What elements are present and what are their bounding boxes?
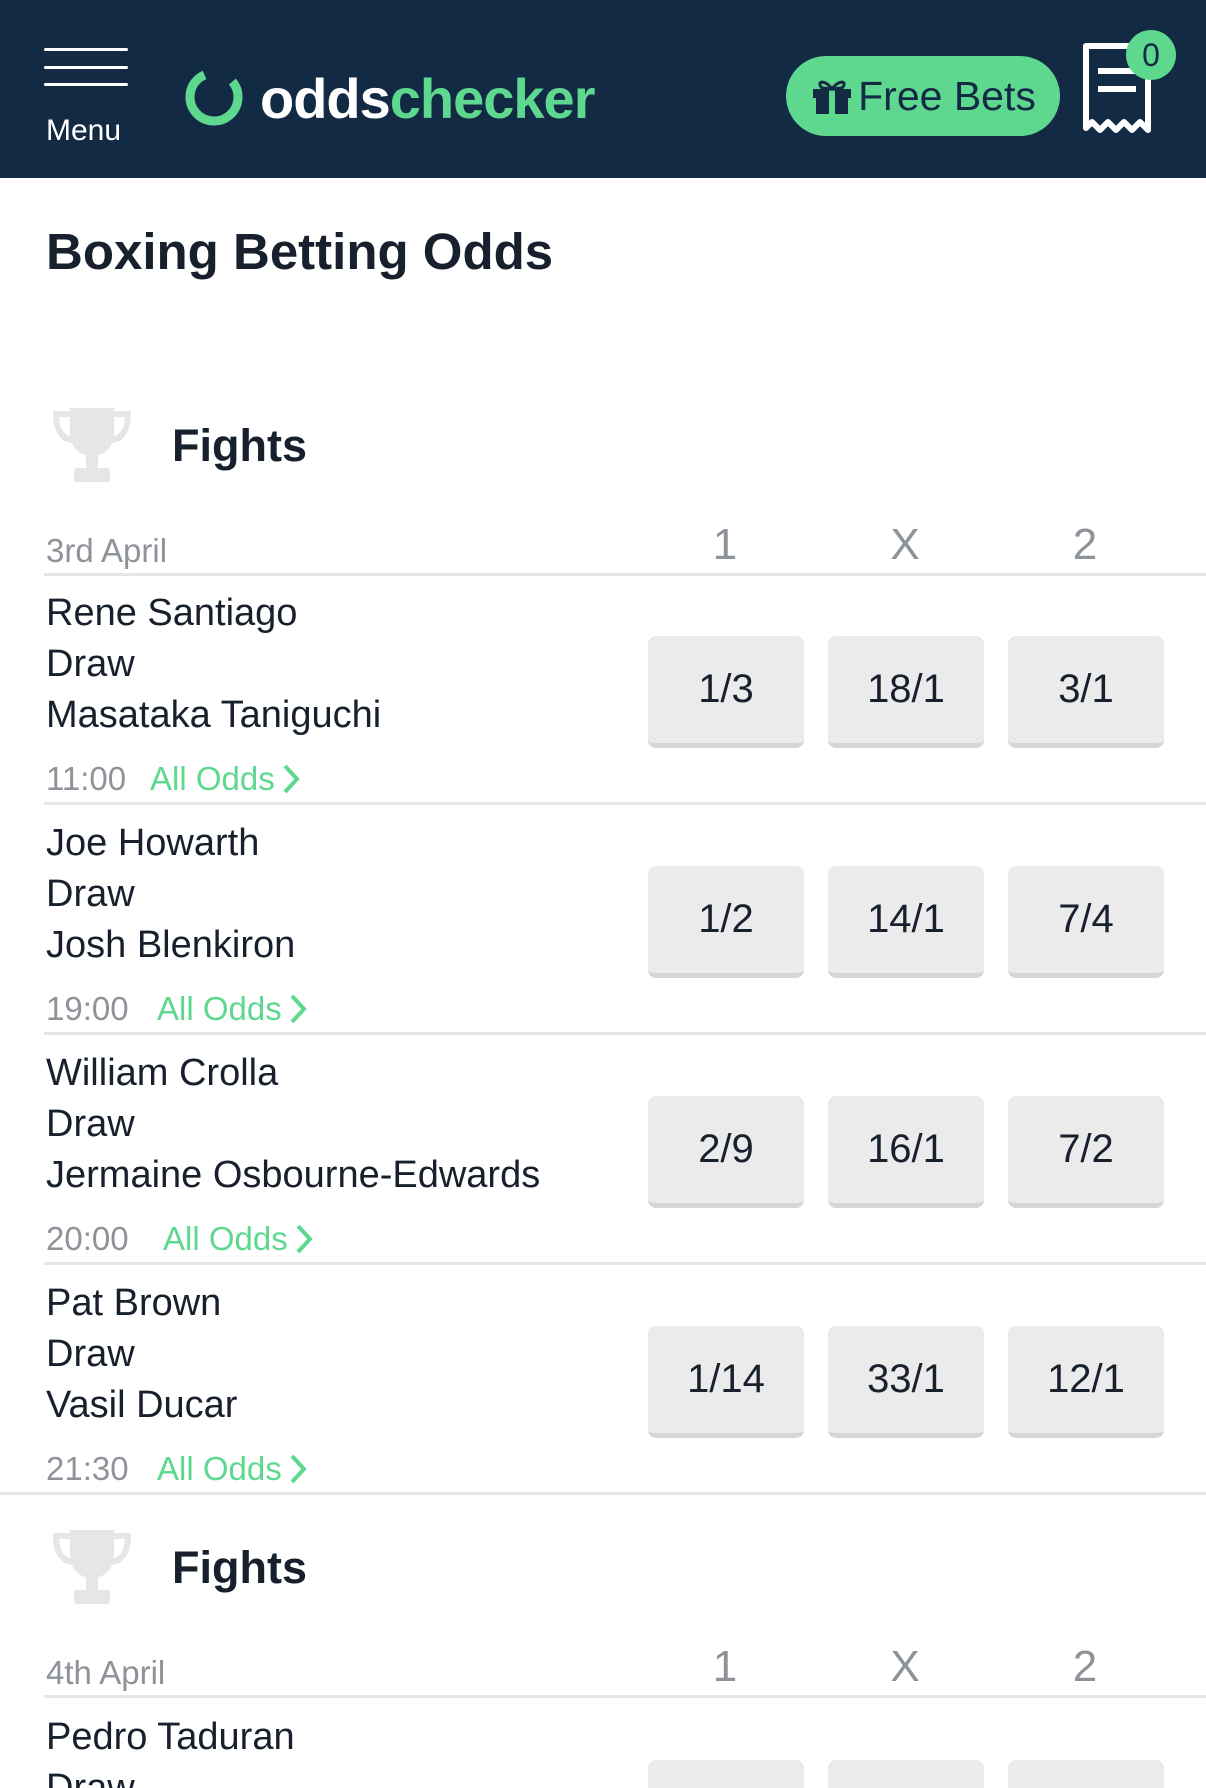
divider — [44, 1695, 1206, 1698]
column-draw: X — [890, 520, 920, 569]
divider — [44, 573, 1206, 576]
divider — [44, 1032, 1206, 1035]
column-home: 1 — [712, 520, 738, 569]
draw-label: Draw — [46, 873, 135, 915]
column-away: 2 — [1072, 1642, 1098, 1691]
trophy-icon — [52, 408, 132, 482]
chevron-right-icon — [290, 994, 307, 1024]
odds-button-away[interactable] — [1008, 1760, 1164, 1788]
column-away: 2 — [1072, 520, 1098, 569]
odds-button-away[interactable]: 3/1 — [1008, 636, 1164, 748]
home-fighter: Joe Howarth — [46, 822, 260, 864]
away-fighter: Vasil Ducar — [46, 1384, 238, 1426]
odds-button-draw[interactable]: 18/1 — [828, 636, 984, 748]
odds-button-home[interactable]: 1/2 — [648, 866, 804, 978]
event-time: 21:30 — [46, 1450, 129, 1487]
divider — [44, 802, 1206, 805]
odds-button-home[interactable]: 1/3 — [648, 636, 804, 748]
all-odds-link[interactable]: All Odds — [157, 990, 308, 1028]
odds-button-away[interactable]: 7/4 — [1008, 866, 1164, 978]
home-fighter: William Crolla — [46, 1052, 279, 1094]
away-fighter: Masataka Taniguchi — [46, 694, 382, 736]
away-fighter: Josh Blenkiron — [46, 924, 296, 966]
odds-button-away[interactable]: 7/2 — [1008, 1096, 1164, 1208]
odds-column-header: 3rd April 1 X 2 — [0, 520, 1206, 576]
menu-icon-bar — [44, 83, 128, 86]
page-title: Boxing Betting Odds — [46, 223, 554, 280]
event-time: 11:00 — [46, 760, 127, 797]
event-row: Joe Howarth Draw Josh Blenkiron 19:00 Al… — [0, 820, 1206, 1050]
odds-button-draw[interactable]: 14/1 — [828, 866, 984, 978]
event-time: 19:00 — [46, 990, 129, 1027]
date-label: 3rd April — [46, 532, 168, 569]
menu-icon-bar — [44, 66, 128, 69]
odds-column-header: 4th April 1 X 2 — [0, 1642, 1206, 1698]
bet-slip-count-badge: 0 — [1126, 30, 1176, 80]
gift-icon — [813, 80, 852, 114]
all-odds-label: All Odds — [157, 1450, 282, 1487]
all-odds-label: All Odds — [163, 1220, 288, 1257]
away-fighter: Jermaine Osbourne-Edwards — [46, 1154, 541, 1196]
odds-button-draw[interactable]: 16/1 — [828, 1096, 984, 1208]
event-row: William Crolla Draw Jermaine Osbourne-Ed… — [0, 1050, 1206, 1280]
event-row: Pedro Taduran Draw — [0, 1714, 1206, 1788]
event-row: Pat Brown Draw Vasil Ducar 21:30 All Odd… — [0, 1280, 1206, 1510]
odds-button-away[interactable]: 12/1 — [1008, 1326, 1164, 1438]
top-header: Menu oddschecker Free Bets 0 — [0, 0, 1206, 178]
logo-wordmark: oddschecker — [260, 67, 595, 130]
all-odds-link[interactable]: All Odds — [163, 1220, 314, 1258]
menu-button[interactable]: Menu — [44, 48, 132, 158]
menu-icon-bar — [44, 48, 128, 51]
logo-ring-icon — [185, 68, 243, 126]
odds-button-home[interactable]: 1/14 — [648, 1326, 804, 1438]
section-header: Fights — [0, 1524, 1206, 1614]
all-odds-label: All Odds — [157, 990, 282, 1027]
home-fighter: Pat Brown — [46, 1282, 222, 1324]
free-bets-button[interactable]: Free Bets — [786, 56, 1060, 136]
section-title: Fights — [172, 420, 307, 471]
odds-button-home[interactable] — [648, 1760, 804, 1788]
date-label: 4th April — [46, 1654, 166, 1691]
odds-button-draw[interactable] — [828, 1760, 984, 1788]
free-bets-label: Free Bets — [858, 72, 1036, 119]
event-time: 20:00 — [46, 1220, 129, 1257]
chevron-right-icon — [290, 1454, 307, 1484]
divider — [44, 1262, 1206, 1265]
event-row: Rene Santiago Draw Masataka Taniguchi 11… — [0, 590, 1206, 820]
all-odds-label: All Odds — [150, 760, 275, 797]
column-draw: X — [890, 1642, 920, 1691]
home-fighter: Pedro Taduran — [46, 1716, 295, 1758]
trophy-icon — [52, 1530, 132, 1604]
chevron-right-icon — [283, 764, 300, 794]
draw-label: Draw — [46, 1767, 135, 1788]
home-fighter: Rene Santiago — [46, 592, 298, 634]
draw-label: Draw — [46, 643, 135, 685]
section-header: Fights — [0, 402, 1206, 492]
all-odds-link[interactable]: All Odds — [150, 760, 301, 798]
odds-button-draw[interactable]: 33/1 — [828, 1326, 984, 1438]
column-home: 1 — [712, 1642, 738, 1691]
section-title: Fights — [172, 1542, 307, 1593]
chevron-right-icon — [296, 1224, 313, 1254]
odds-button-home[interactable]: 2/9 — [648, 1096, 804, 1208]
all-odds-link[interactable]: All Odds — [157, 1450, 308, 1488]
draw-label: Draw — [46, 1103, 135, 1145]
menu-label: Menu — [46, 114, 122, 147]
draw-label: Draw — [46, 1333, 135, 1375]
divider — [0, 1492, 1206, 1495]
